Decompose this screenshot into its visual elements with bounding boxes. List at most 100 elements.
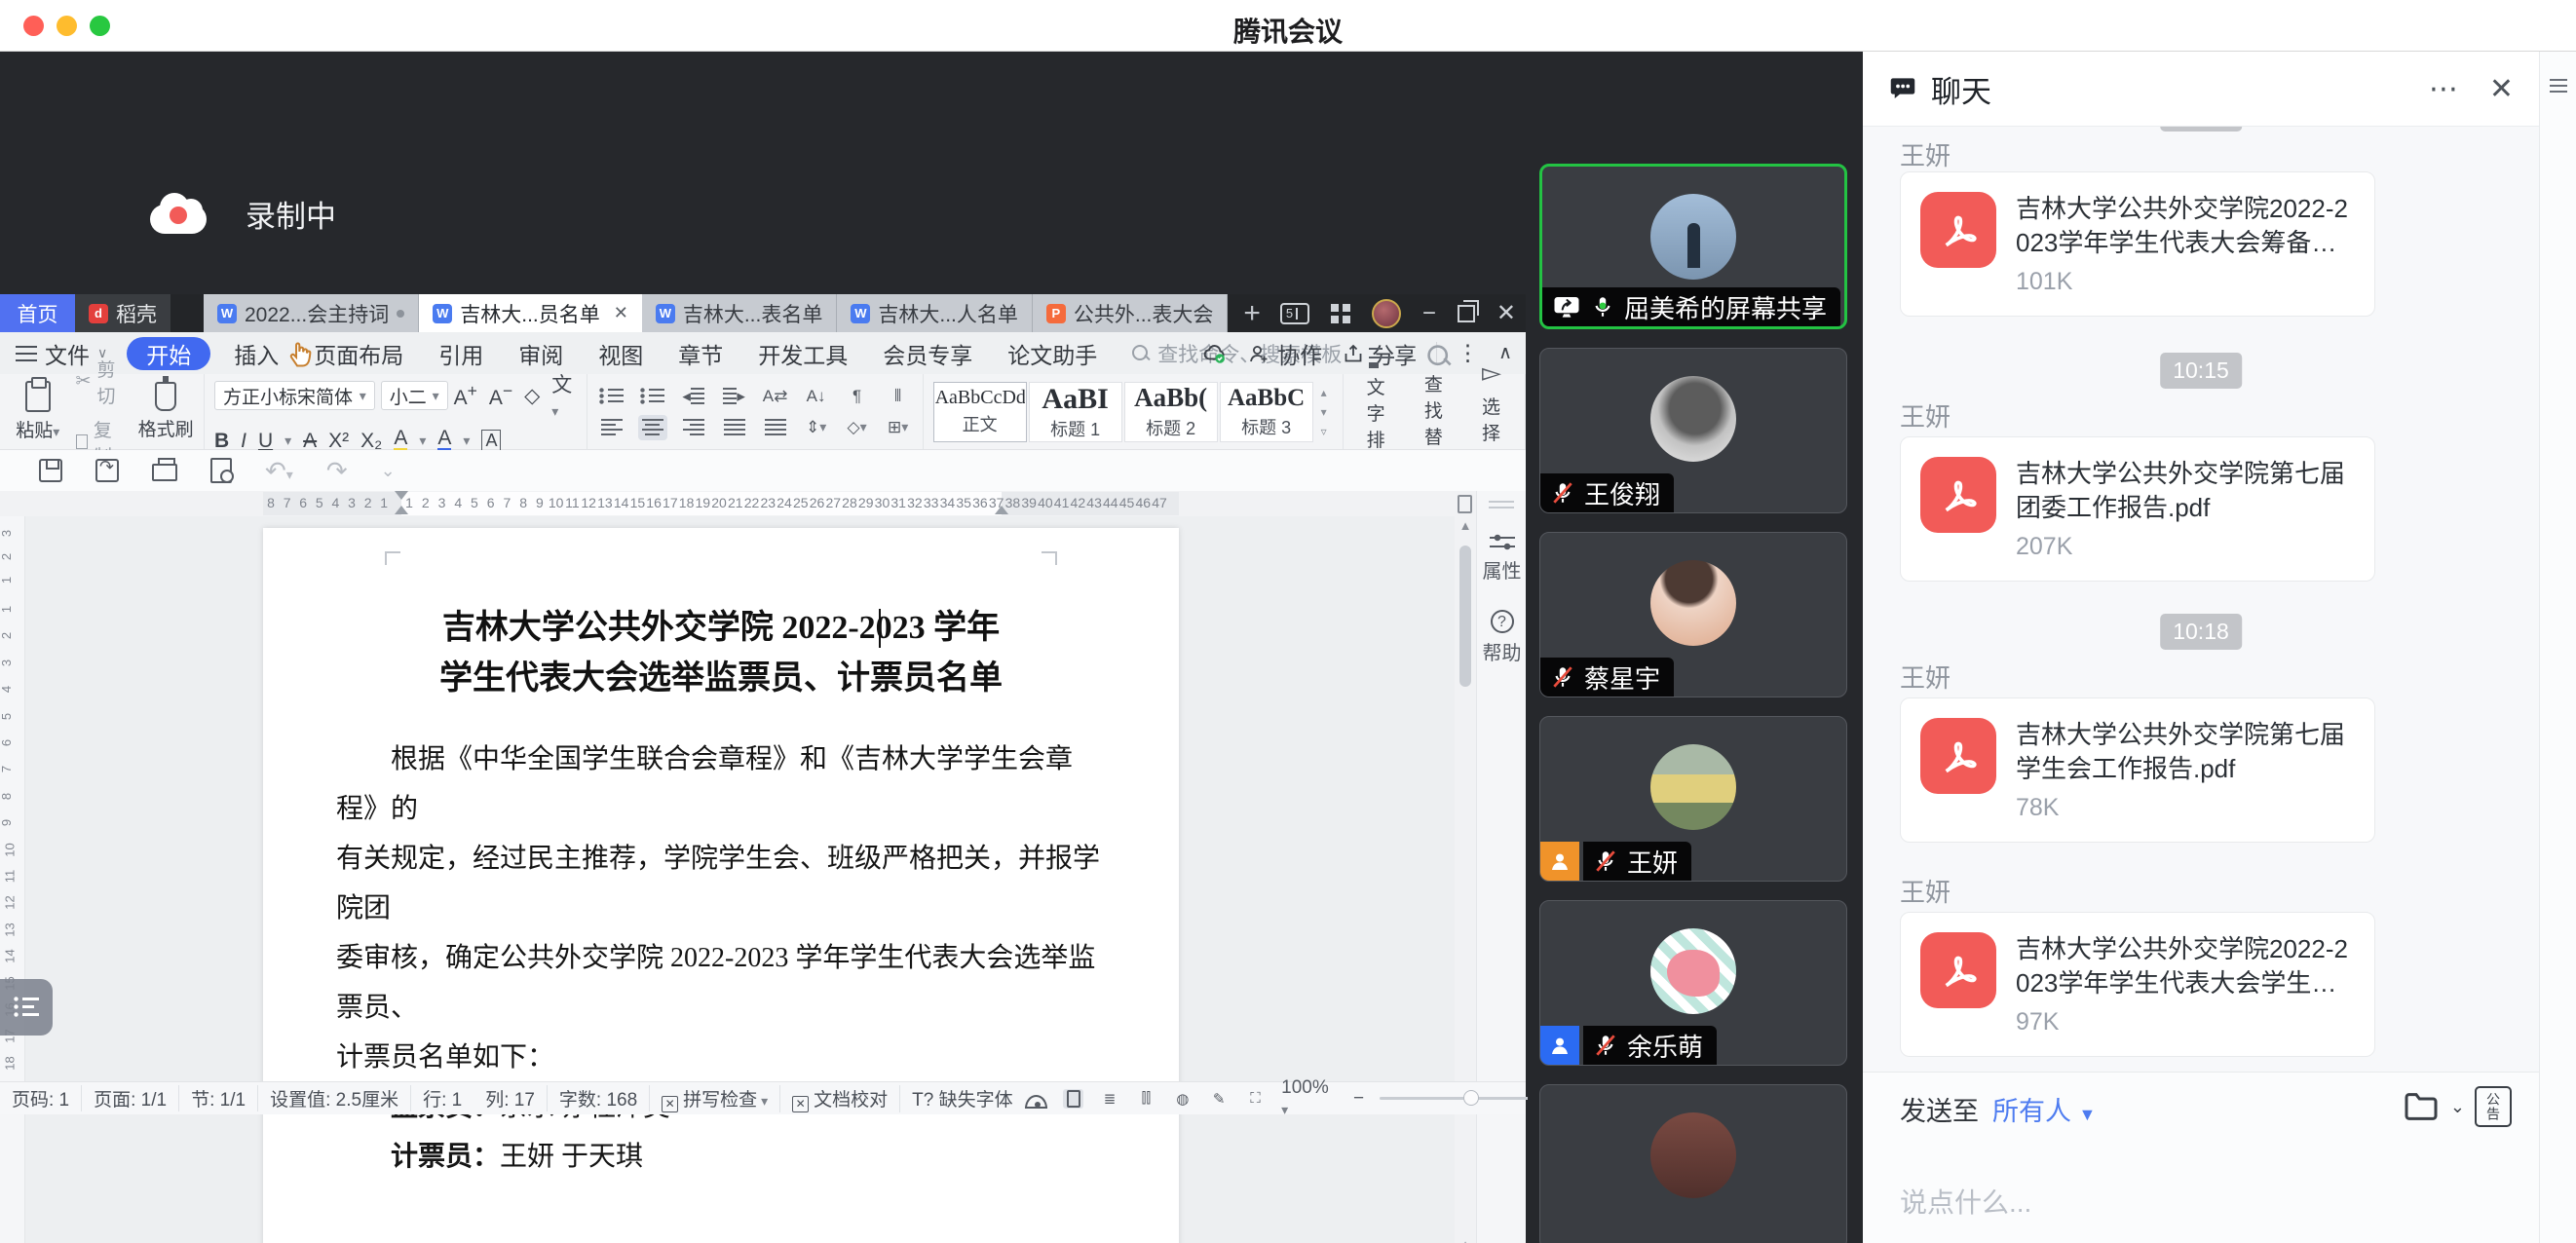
tab-list-icon[interactable]: 5 [1280, 303, 1309, 324]
cloud-sync-icon[interactable] [1202, 341, 1228, 366]
folder-chevron-icon[interactable]: ⌄ [2450, 1097, 2465, 1117]
prev-page-icon[interactable]: ▲ [1455, 1237, 1476, 1243]
character-border-button[interactable]: A [481, 430, 501, 452]
new-tab-button[interactable]: + [1228, 294, 1276, 332]
toc-navigation-button[interactable] [0, 979, 53, 1036]
bold-button[interactable]: B [214, 430, 229, 453]
tab-docer[interactable]: d 稻壳 [75, 294, 170, 332]
shading-button[interactable]: ◇▾ [843, 415, 872, 440]
print-preview-button[interactable] [210, 458, 232, 483]
restore-icon[interactable] [1458, 305, 1475, 322]
fit-page-icon[interactable]: ⛶ [1245, 1089, 1266, 1109]
participant-tile-sharing[interactable]: 屈美希的屏幕共享 [1539, 164, 1847, 329]
chat-messages[interactable]: 10:09 王妍 吉林大学公共外交学院2022-2023学年学生代表大会筹备工作… [1863, 52, 2539, 1072]
scrollbar-thumb[interactable] [1459, 546, 1471, 687]
close-icon[interactable]: ✕ [1496, 299, 1516, 327]
announcement-icon[interactable]: 公告 [2475, 1086, 2512, 1127]
redo-button[interactable]: ↷ [326, 456, 348, 486]
styles-scroll-arrows[interactable]: ▴▾▿ [1315, 386, 1333, 438]
horizontal-ruler[interactable]: 8765432112345678910111213141516171819202… [0, 491, 1526, 516]
export-button[interactable] [95, 459, 119, 482]
participant-tile[interactable]: 王俊翔 [1539, 348, 1847, 513]
tab-document-4[interactable]: W 吉林大...人名单 [837, 294, 1033, 332]
asian-layout-button[interactable]: A⇄ [761, 384, 790, 409]
status-word-count[interactable]: 字数: 168 [548, 1085, 650, 1111]
format-painter-button[interactable]: 格式刷 [137, 382, 194, 441]
align-right-button[interactable] [679, 415, 708, 440]
eye-protect-icon[interactable] [1025, 1095, 1047, 1109]
file-message-card[interactable]: 吉林大学公共外交学院2022-2023学年学生代表大会学生代表名... 97K [1900, 912, 2375, 1057]
folder-icon[interactable] [2402, 1087, 2441, 1126]
grow-font-button[interactable]: A+ [454, 381, 477, 410]
avatar[interactable] [1372, 299, 1401, 328]
menu-tab-view[interactable]: 视图 [581, 337, 661, 370]
pinyin-button[interactable]: 文▾ [551, 369, 576, 422]
style-heading1[interactable]: AaBI 标题 1 [1029, 382, 1122, 442]
page-view-icon[interactable] [1063, 1089, 1083, 1109]
tab-document-3[interactable]: W 吉林大...表名单 [642, 294, 838, 332]
document-page[interactable]: 吉林大学公共外交学院 2022-2023 学年 学生代表大会选举监票员、计票员名… [263, 528, 1179, 1243]
tab-document-2-active[interactable]: W 吉林大...员名单 ✕ [419, 294, 642, 332]
vertical-scrollbar[interactable]: ▲ ▲ □ ▼ [1455, 491, 1476, 1243]
distribute-button[interactable] [761, 415, 790, 440]
tab-close-icon[interactable]: ✕ [614, 303, 628, 323]
collaborate-button[interactable]: 协作 [1247, 337, 1322, 370]
menu-tab-references[interactable]: 引用 [421, 337, 501, 370]
paste-button[interactable]: 粘贴▾ [10, 381, 66, 442]
right-indent-marker[interactable] [995, 506, 1008, 514]
menu-tab-home[interactable]: 开始 [127, 337, 210, 370]
panel-drag-handle[interactable] [1489, 501, 1514, 508]
participant-tile[interactable]: 蔡星宇 [1539, 532, 1847, 697]
superscript-button[interactable]: X² [328, 430, 349, 453]
underline-button[interactable]: U [258, 430, 273, 453]
style-normal[interactable]: AaBbCcDd 正文 [933, 382, 1027, 442]
justify-button[interactable] [720, 415, 749, 440]
document-proof-button[interactable]: ✕文档校对 [780, 1085, 900, 1112]
menu-tab-section[interactable]: 章节 [661, 337, 740, 370]
minimize-icon[interactable]: − [1422, 300, 1436, 327]
tab-home[interactable]: 首页 [0, 294, 75, 332]
sort-button[interactable]: A↓ [802, 384, 831, 409]
file-message-card[interactable]: 吉林大学公共外交学院第七届团委工作报告.pdf 207K [1900, 436, 2375, 582]
spell-check-button[interactable]: ✕拼写检查 ▾ [650, 1085, 780, 1112]
numbered-list-button[interactable] [638, 384, 667, 409]
style-heading2[interactable]: AaBb( 标题 2 [1124, 382, 1218, 442]
hamburger-icon[interactable] [2550, 79, 2567, 93]
strikethrough-button[interactable]: A [303, 430, 317, 453]
customize-quickbar-icon[interactable]: ⌄ [381, 461, 396, 481]
show-marks-button[interactable]: ¶ [843, 384, 872, 409]
participant-tile-partial[interactable] [1539, 1084, 1847, 1243]
shrink-font-button[interactable]: A− [489, 381, 512, 410]
participant-tile[interactable]: 余乐萌 [1539, 900, 1847, 1066]
borders-button[interactable]: ⊞▾ [884, 415, 913, 440]
zoom-knob[interactable] [1463, 1090, 1479, 1106]
subscript-button[interactable]: X₂ [360, 430, 382, 453]
missing-font-button[interactable]: T? 缺失字体 [900, 1085, 1024, 1111]
zoom-slider[interactable] [1380, 1097, 1531, 1100]
style-heading3[interactable]: AaBbC 标题 3 [1220, 382, 1313, 442]
close-icon[interactable]: ✕ [2489, 72, 2514, 106]
menu-tab-review[interactable]: 审阅 [501, 337, 581, 370]
tab-presentation[interactable]: P 公共外...表大会 [1033, 294, 1229, 332]
line-spacing-button[interactable]: ⇕▾ [802, 415, 831, 440]
cut-button[interactable]: ✂剪切 [76, 356, 129, 408]
menu-tab-devtools[interactable]: 开发工具 [740, 337, 865, 370]
undo-button[interactable]: ↶▾ [265, 456, 293, 486]
page-thumb-icon[interactable] [1458, 495, 1472, 513]
workspace-grid-icon[interactable] [1331, 304, 1350, 323]
decrease-indent-button[interactable]: ◂ [679, 384, 708, 409]
zoom-out-button[interactable]: − [1353, 1088, 1364, 1110]
properties-tab[interactable]: 属性 [1477, 534, 1527, 584]
outline-view-icon[interactable]: ≣ [1099, 1089, 1119, 1109]
italic-button[interactable]: I [241, 430, 246, 453]
font-size-select[interactable]: 小二▾ [381, 381, 448, 410]
tab-document-1[interactable]: W 2022...会主持词 [204, 294, 419, 332]
participant-tile[interactable]: 王妍 [1539, 716, 1847, 882]
chat-input[interactable]: 说点什么... [1900, 1182, 2031, 1221]
more-icon[interactable]: ⋯ [2429, 72, 2458, 106]
columns-button[interactable]: ⫴ [884, 384, 913, 409]
vertical-ruler[interactable]: 321123456789101112131415161718 [0, 516, 25, 1243]
send-target-selector[interactable]: 所有人 ▼ [1992, 1090, 2096, 1128]
document-canvas[interactable]: 吉林大学公共外交学院 2022-2023 学年 学生代表大会选举监票员、计票员名… [25, 516, 1455, 1243]
align-center-button[interactable] [638, 415, 667, 440]
